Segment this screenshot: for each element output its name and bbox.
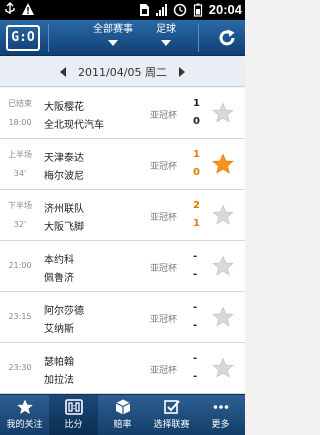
match-status: 已结束 (8, 99, 32, 108)
date-selector: 2011/04/05 周二 (0, 57, 245, 87)
favorite-star-icon[interactable] (212, 255, 234, 277)
tab-my-follows[interactable]: 我的关注 (0, 395, 49, 435)
home-score: 1 (193, 149, 200, 160)
next-day-arrow-icon[interactable] (178, 66, 185, 77)
scoreboard-icon (64, 399, 83, 415)
away-score: - (193, 371, 198, 382)
match-time: 32' (13, 220, 27, 229)
match-status: 上半场 (8, 150, 32, 159)
competition-filter-label: 全部赛事 (93, 24, 133, 35)
match-row[interactable]: 23:30 瑟帕翰 加拉法 亚冠杯 - - (0, 343, 245, 394)
competition-filter-dropdown[interactable]: 全部赛事 (88, 23, 138, 53)
battery-icon (193, 3, 202, 17)
league-name: 亚冠杯 (150, 315, 178, 325)
home-team: 济州联队 (44, 204, 84, 215)
favorite-star-icon[interactable] (212, 306, 234, 328)
warning-icon (22, 3, 34, 15)
match-row[interactable]: 下半场 32' 济州联队 大阪飞脚 亚冠杯 2 1 (0, 190, 245, 241)
match-row[interactable]: 已结束 18:00 大阪樱花 全北现代汽车 亚冠杯 1 0 (0, 88, 245, 139)
league-name: 亚冠杯 (150, 366, 178, 376)
cube-icon (115, 399, 130, 415)
bottom-navigation: 我的关注 比分 赔率 选择联赛 更多 (0, 394, 245, 435)
home-team: 天津泰达 (44, 153, 84, 164)
match-time: 23:15 (8, 312, 32, 321)
away-team: 佩鲁济 (44, 273, 74, 284)
tab-select-league[interactable]: 选择联赛 (147, 395, 196, 435)
tab-more[interactable]: 更多 (196, 395, 245, 435)
away-score: 0 (193, 116, 200, 127)
match-row[interactable]: 21:00 本约科 佩鲁济 亚冠杯 - - (0, 241, 245, 292)
home-score: 1 (193, 98, 200, 109)
tab-odds[interactable]: 赔率 (98, 395, 147, 435)
favorite-star-icon[interactable] (212, 153, 234, 175)
favorite-star-icon[interactable] (212, 204, 234, 226)
away-score: 0 (193, 167, 200, 178)
away-team: 大阪飞脚 (44, 222, 84, 233)
favorite-star-icon[interactable] (212, 102, 234, 124)
toolbar-divider (198, 24, 199, 52)
match-row[interactable]: 23:15 阿尔莎德 艾纳斯 亚冠杯 - - (0, 292, 245, 343)
tab-label: 选择联赛 (153, 420, 190, 430)
away-score: - (193, 320, 198, 331)
home-score: 2 (193, 200, 200, 211)
alarm-icon (173, 3, 186, 16)
status-bar: 20:04 (0, 0, 245, 20)
home-score: - (193, 251, 198, 262)
tab-label: 赔率 (113, 420, 132, 430)
sim-icon (139, 3, 149, 16)
away-score: - (193, 269, 198, 280)
tab-label: 我的关注 (6, 420, 43, 430)
current-date: 2011/04/05 周二 (78, 65, 167, 79)
home-score: - (193, 302, 198, 313)
away-team: 梅尔波尼 (44, 171, 84, 182)
league-name: 亚冠杯 (150, 111, 178, 121)
sport-filter-label: 足球 (156, 24, 176, 35)
tab-scores[interactable]: 比分 (49, 395, 98, 435)
tab-label: 比分 (64, 420, 83, 430)
home-team: 大阪樱花 (44, 102, 84, 113)
star-icon (16, 399, 33, 414)
home-team: 本约科 (44, 255, 74, 266)
match-time: 23:30 (8, 363, 32, 372)
league-name: 亚冠杯 (150, 213, 178, 223)
tab-label: 更多 (211, 420, 230, 430)
away-team: 艾纳斯 (44, 324, 74, 335)
match-status: 下半场 (8, 201, 32, 210)
league-name: 亚冠杯 (150, 264, 178, 274)
match-time: 21:00 (8, 261, 32, 270)
top-toolbar: G:O 全部赛事 足球 (0, 20, 245, 56)
checkbox-icon (163, 400, 180, 414)
home-score: - (193, 353, 198, 364)
previous-day-arrow-icon[interactable] (60, 66, 67, 77)
signal-icon (155, 3, 167, 16)
away-score: 1 (193, 218, 200, 229)
away-team: 全北现代汽车 (44, 120, 104, 131)
home-team: 瑟帕翰 (44, 357, 74, 368)
app-logo: G:O (6, 25, 40, 51)
refresh-icon[interactable] (217, 28, 237, 48)
usb-icon (5, 2, 15, 14)
home-team: 阿尔莎德 (44, 306, 84, 317)
match-row[interactable]: 上半场 34' 天津泰达 梅尔波尼 亚冠杯 1 0 (0, 139, 245, 190)
chevron-down-icon (161, 40, 171, 46)
clock-time: 20:04 (208, 2, 242, 17)
away-team: 加拉法 (44, 375, 74, 386)
favorite-star-icon[interactable] (212, 357, 234, 379)
more-icon (213, 405, 228, 409)
match-list: 已结束 18:00 大阪樱花 全北现代汽车 亚冠杯 1 0 上半场 34' 天津… (0, 88, 245, 394)
sport-filter-dropdown[interactable]: 足球 (150, 23, 182, 53)
match-time: 18:00 (8, 118, 32, 127)
chevron-down-icon (108, 40, 118, 46)
league-name: 亚冠杯 (150, 162, 178, 172)
toolbar-divider (48, 24, 49, 52)
match-time: 34' (13, 169, 27, 178)
